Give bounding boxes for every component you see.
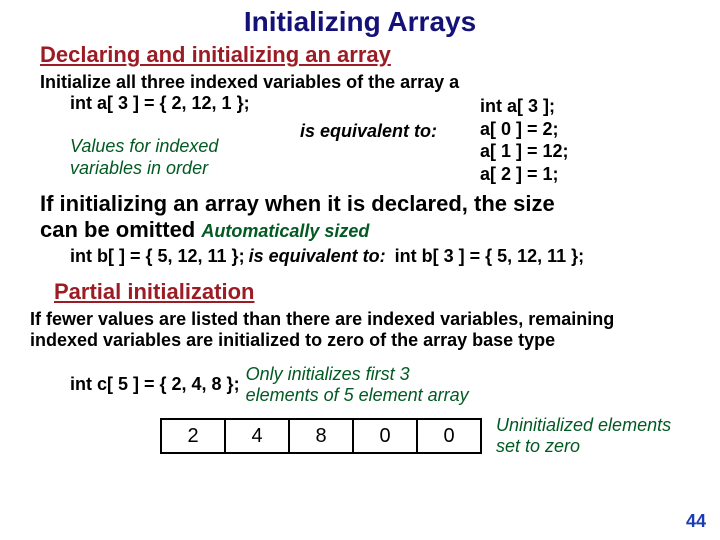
example-1-code: int a[ 3 ] = { 2, 12, 1 };: [40, 93, 300, 114]
code-line: a[ 2 ] = 1;: [480, 163, 680, 186]
page-number: 44: [686, 511, 706, 532]
example-1: int a[ 3 ] = { 2, 12, 1 }; Values for in…: [40, 93, 680, 185]
para-line: can be omitted: [40, 217, 195, 242]
code-line: a[ 1 ] = 12;: [480, 140, 680, 163]
note-line: Uninitialized elements: [496, 415, 671, 435]
example-2-right: int b[ 3 ] = { 5, 12, 11 };: [395, 246, 585, 267]
slide: Initializing Arrays Declaring and initia…: [0, 0, 720, 540]
array-cells-row: 2 4 8 0 0 Uninitialized elements set to …: [40, 415, 680, 456]
uninitialized-note: Uninitialized elements set to zero: [496, 415, 671, 456]
intro-text: Initialize all three indexed variables o…: [40, 72, 680, 93]
note-line: Only initializes first 3: [246, 364, 410, 384]
note-line: set to zero: [496, 436, 580, 456]
paragraph-partial: If fewer values are listed than there ar…: [30, 309, 680, 352]
note-line: variables in order: [70, 158, 208, 178]
section-heading-declaring: Declaring and initializing an array: [40, 42, 680, 68]
note-line: elements of 5 element array: [246, 385, 469, 405]
array-cell: 0: [352, 418, 418, 454]
code-line: int a[ 3 ];: [480, 95, 680, 118]
note-line: Values for indexed: [70, 136, 218, 156]
slide-title: Initializing Arrays: [40, 6, 680, 38]
code-line: a[ 0 ] = 2;: [480, 118, 680, 141]
example-2: int b[ ] = { 5, 12, 11 }; is equivalent …: [40, 246, 680, 267]
example-1-note: Values for indexed variables in order: [40, 136, 300, 179]
section-heading-partial: Partial initialization: [54, 279, 680, 305]
example-3-note: Only initializes first 3 elements of 5 e…: [246, 364, 469, 405]
auto-sized-note: Automatically sized: [201, 221, 369, 241]
array-cell: 8: [288, 418, 354, 454]
example-2-left: int b[ ] = { 5, 12, 11 };: [70, 246, 245, 267]
example-3-code: int c[ 5 ] = { 2, 4, 8 };: [70, 374, 240, 395]
equivalent-label: is equivalent to:: [300, 93, 480, 142]
example-1-expanded: int a[ 3 ]; a[ 0 ] = 2; a[ 1 ] = 12; a[ …: [480, 93, 680, 185]
array-cell: 2: [160, 418, 226, 454]
example-3: int c[ 5 ] = { 2, 4, 8 }; Only initializ…: [40, 364, 680, 405]
para-line: If initializing an array when it is decl…: [40, 191, 555, 216]
array-cell: 0: [416, 418, 482, 454]
example-1-left: int a[ 3 ] = { 2, 12, 1 }; Values for in…: [40, 93, 300, 179]
paragraph-size-omitted: If initializing an array when it is decl…: [40, 191, 680, 244]
equivalent-label: is equivalent to:: [249, 246, 386, 267]
array-cell: 4: [224, 418, 290, 454]
